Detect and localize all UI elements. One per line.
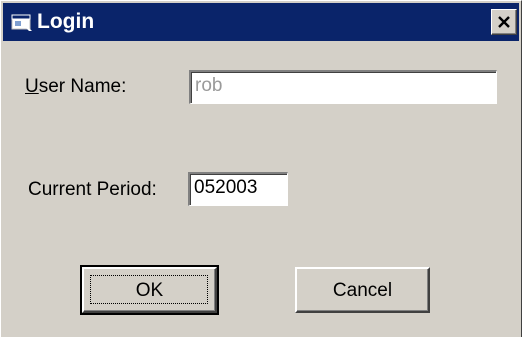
user-name-field[interactable]: rob: [189, 70, 497, 104]
current-period-field[interactable]: 052003: [188, 172, 288, 206]
ok-button[interactable]: OK: [80, 265, 219, 315]
cancel-button[interactable]: Cancel: [295, 267, 430, 313]
app-window-icon: [11, 12, 33, 32]
close-icon: [498, 16, 510, 28]
title-bar[interactable]: Login: [3, 3, 519, 41]
window-title: Login: [37, 10, 95, 33]
close-button[interactable]: [491, 9, 517, 35]
user-name-label: User Name:: [25, 76, 127, 97]
login-dialog: Login User Name: rob Current Period: 052…: [0, 0, 522, 337]
current-period-label: Current Period:: [28, 179, 157, 200]
cancel-button-label: Cancel: [332, 280, 393, 301]
ok-button-label: OK: [135, 280, 164, 301]
